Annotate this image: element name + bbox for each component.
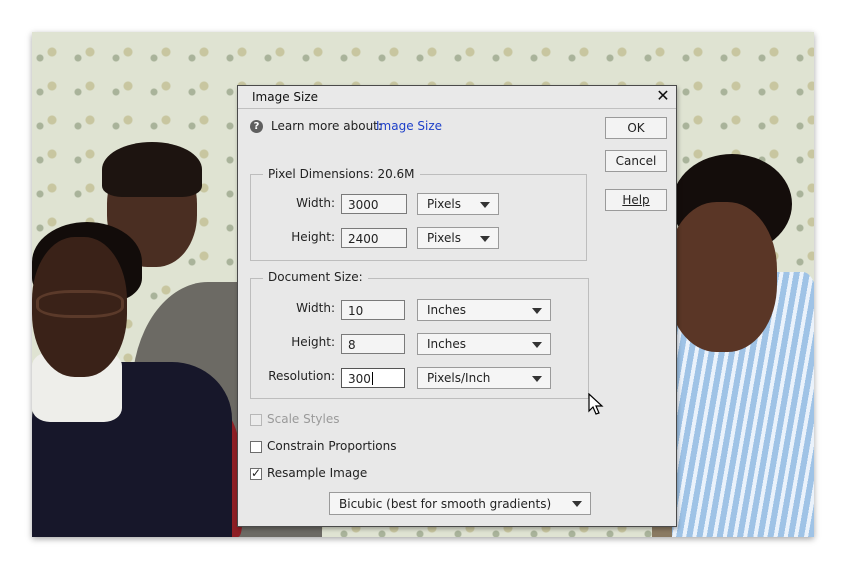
resolution-field[interactable]: 300 (341, 368, 405, 388)
pixel-width-field[interactable]: 3000 (341, 194, 407, 214)
pixel-height-field[interactable]: 2400 (341, 228, 407, 248)
chevron-down-icon (572, 501, 582, 507)
image-size-dialog: Image Size ✕ ? Learn more about: Image S… (237, 85, 677, 527)
document-size-group: Document Size: Width: 10 Inches Height: … (250, 270, 589, 399)
chevron-down-icon (532, 308, 542, 314)
resolution-unit-value: Pixels/Inch (427, 371, 491, 385)
doc-height-field[interactable]: 8 (341, 334, 405, 354)
resample-image-label[interactable]: Resample Image (267, 466, 367, 480)
pixel-dimensions-legend: Pixel Dimensions: 20.6M (263, 167, 420, 181)
chevron-down-icon (480, 202, 490, 208)
pixel-height-label: Height: (291, 230, 335, 244)
dialog-titlebar[interactable]: Image Size ✕ (238, 86, 676, 109)
dialog-title: Image Size (252, 90, 319, 104)
doc-width-label: Width: (296, 301, 335, 315)
scale-styles-checkbox[interactable] (250, 414, 262, 426)
resample-method-select[interactable]: Bicubic (best for smooth gradients) (329, 492, 591, 515)
learn-more-label: Learn more about: (271, 119, 382, 133)
doc-width-unit-value: Inches (427, 303, 466, 317)
doc-width-unit-select[interactable]: Inches (417, 299, 551, 321)
close-icon[interactable]: ✕ (654, 87, 672, 105)
constrain-proportions-label[interactable]: Constrain Proportions (267, 439, 397, 453)
pixel-height-unit-select[interactable]: Pixels (417, 227, 499, 249)
doc-width-field[interactable]: 10 (341, 300, 405, 320)
photo-figure (36, 290, 124, 318)
constrain-proportions-checkbox[interactable] (250, 441, 262, 453)
photo-figure (667, 202, 777, 352)
resample-method-value: Bicubic (best for smooth gradients) (339, 497, 552, 511)
help-button-label: Help (622, 193, 650, 207)
pixel-width-unit-value: Pixels (427, 197, 462, 211)
help-circle-icon: ? (250, 120, 263, 133)
text-caret (371, 372, 373, 385)
doc-height-label: Height: (291, 335, 335, 349)
resample-image-checkbox[interactable] (250, 466, 262, 480)
chevron-down-icon (480, 236, 490, 242)
chevron-down-icon (532, 376, 542, 382)
cancel-button[interactable]: Cancel (605, 150, 667, 172)
pixel-width-unit-select[interactable]: Pixels (417, 193, 499, 215)
ok-button[interactable]: OK (605, 117, 667, 139)
resolution-label: Resolution: (268, 369, 335, 383)
chevron-down-icon (532, 342, 542, 348)
learn-more-link[interactable]: Image Size (376, 119, 442, 133)
resolution-unit-select[interactable]: Pixels/Inch (417, 367, 551, 389)
pixel-width-label: Width: (296, 196, 335, 210)
mouse-pointer-icon (588, 393, 604, 415)
resolution-value: 300 (348, 372, 371, 386)
pixel-dimensions-group: Pixel Dimensions: 20.6M Width: 3000 Pixe… (250, 167, 587, 261)
photo-figure (102, 142, 202, 197)
document-size-legend: Document Size: (263, 270, 368, 284)
pixel-height-unit-value: Pixels (427, 231, 462, 245)
scale-styles-label: Scale Styles (267, 412, 340, 426)
help-button[interactable]: Help (605, 189, 667, 211)
doc-height-unit-value: Inches (427, 337, 466, 351)
doc-height-unit-select[interactable]: Inches (417, 333, 551, 355)
